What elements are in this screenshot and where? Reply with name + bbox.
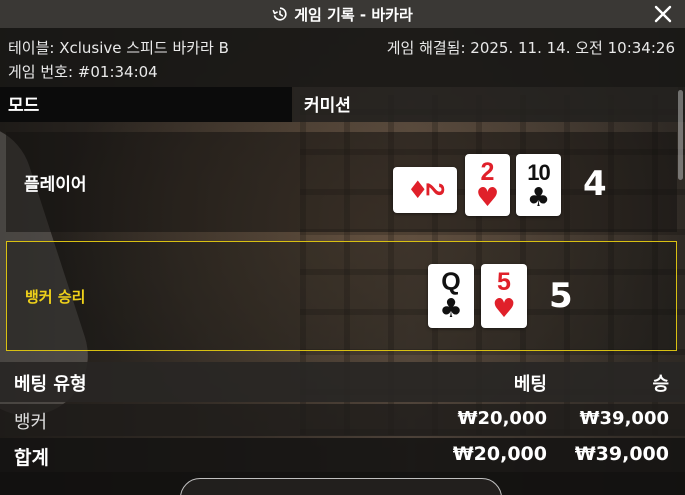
bet-type-cell: 뱅커 (14, 412, 48, 433)
heart-icon: ♥ (492, 294, 516, 324)
win-amount-cell: ₩39,000 (579, 408, 669, 429)
history-icon (272, 7, 287, 21)
card-rank: 2 (420, 182, 449, 197)
banker-result-panel: 뱅커 승리 Q ♣ 5 ♥ 5 (6, 241, 677, 351)
total-win: ₩39,000 (574, 443, 669, 465)
table-row: 뱅커 ₩20,000 ₩39,000 (0, 404, 685, 436)
heart-icon: ♥ (475, 183, 500, 213)
card-rank: 10 (527, 160, 550, 185)
header-bet: 베팅 (513, 374, 547, 395)
banker-win-label: 뱅커 승리 (25, 288, 86, 306)
mode-label: 모드 (0, 87, 292, 122)
player-label: 플레이어 (24, 175, 87, 195)
banker-score: 5 (549, 276, 573, 316)
footer-button[interactable] (180, 478, 502, 495)
total-row: 합계 ₩20,000 ₩39,000 (0, 438, 685, 472)
card-rank: Q (441, 268, 461, 296)
club-icon: ♣ (439, 294, 463, 324)
header-win: 승 (652, 374, 669, 395)
scrollbar[interactable] (678, 90, 683, 180)
player-card-2: 2 ♥ (465, 154, 510, 216)
player-score: 4 (583, 164, 607, 204)
card-rank: 2 (480, 158, 495, 186)
banker-card-1: Q ♣ (428, 264, 474, 328)
resolved-time: 게임 해결됨: 2025. 11. 14. 오전 10:34:26 (386, 39, 675, 57)
mode-row: 모드 커미션 (0, 87, 685, 122)
window-titlebar: 게임 기록 - 바카라 (0, 0, 685, 28)
game-info-header: 테이블: Xclusive 스피드 바카라 B 게임 번호: #01:34:04… (0, 28, 685, 87)
window-title: 게임 기록 - 바카라 (294, 5, 413, 24)
table-name: 테이블: Xclusive 스피드 바카라 B (8, 39, 229, 57)
player-card-3: 10 ♣ (516, 154, 561, 216)
mode-value: 커미션 (294, 87, 678, 122)
card-rank: 5 (497, 268, 511, 296)
club-icon: ♣ (526, 183, 551, 213)
player-result-panel: 플레이어 ♦ 2 2 ♥ 10 ♣ 4 (6, 132, 677, 232)
header-bet-type: 베팅 유형 (14, 374, 87, 395)
player-card-1: ♦ 2 (393, 167, 457, 213)
bet-amount-cell: ₩20,000 (457, 408, 547, 429)
total-label: 합계 (14, 447, 49, 469)
close-icon (654, 5, 672, 23)
close-button[interactable] (651, 2, 675, 26)
banker-card-2: 5 ♥ (481, 264, 527, 328)
total-bet: ₩20,000 (452, 443, 547, 465)
bet-table-header: 베팅 유형 베팅 승 (0, 362, 685, 402)
game-number: 게임 번호: #01:34:04 (8, 63, 158, 81)
